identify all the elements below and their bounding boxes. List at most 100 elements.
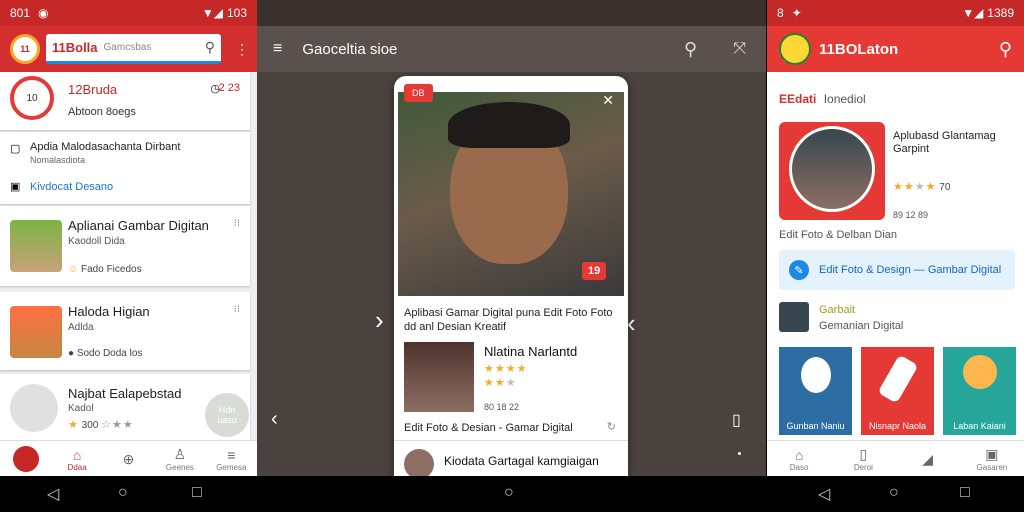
rating-stars: ☆★★ <box>101 419 134 431</box>
link-icon: ▣ <box>10 181 21 193</box>
app-logo-icon[interactable]: 11 <box>10 34 40 64</box>
profile-card[interactable]: 10 12Bruda Abtoon 8oegs ◷ 2 23 <box>0 72 250 130</box>
user-avatar <box>404 342 474 412</box>
bookmark-icon[interactable]: ▯ <box>732 410 741 430</box>
bottom-nav: ⌂ Daso ▯ Deroi ◢ ▣ Gasaren <box>767 440 1024 476</box>
search-icon[interactable]: ⚲ <box>205 39 215 56</box>
smile-icon: ☺ <box>68 264 79 275</box>
app-title: Gaoceltia sioe <box>302 40 398 58</box>
mini-icon <box>779 302 809 332</box>
item-meta-text: Fado Ficedos <box>81 264 142 275</box>
search-input[interactable]: Gamcsbas <box>104 42 205 53</box>
bottle-icon <box>877 354 919 404</box>
banner-text: Edit Foto & Design — Gambar Digital <box>819 264 1002 276</box>
nav-label: Ddaa <box>67 462 87 472</box>
app-tile[interactable]: Gunban Naniu <box>779 347 852 435</box>
mini-title: Garbait <box>819 304 856 316</box>
feature-meta: 89 12 89 <box>893 210 929 220</box>
profile-time: 2 23 <box>218 82 240 94</box>
rating-stars: ★★★★ <box>484 363 528 375</box>
next-arrow-icon[interactable]: ‹ <box>627 308 636 339</box>
caption: Edit Foto & Desian - Gamar Digital <box>404 422 573 434</box>
section-header: EEdati Ionediol <box>779 92 866 106</box>
tile-label: Gunban Naniu <box>786 421 845 431</box>
overflow-menu-icon[interactable]: ⋮ <box>235 41 249 58</box>
share-icon[interactable]: ⤧ <box>733 40 746 58</box>
bottom-nav: ⌂ Ddaa ⊕ ♙ Geenes ≡ Gemesa <box>0 440 257 476</box>
info-link[interactable]: Kivdocat Desano <box>30 181 113 193</box>
hair-shape <box>448 102 570 148</box>
rating-stars: ★★★★ <box>893 181 937 193</box>
item-title: Aplianai Gambar Digitan <box>68 218 209 233</box>
info-sub: Nomalasdiota <box>30 155 86 165</box>
search-icon[interactable]: ⚲ <box>999 39 1012 60</box>
home-icon: ⌂ <box>72 446 82 463</box>
back-arrow-icon[interactable]: ‹ <box>271 408 278 431</box>
nav-profile[interactable] <box>0 441 51 476</box>
close-icon[interactable]: ✕ <box>602 92 614 109</box>
tag-icon: ◢ <box>922 450 934 467</box>
thumbnail <box>10 306 62 358</box>
section-sub: Ionediol <box>823 92 866 106</box>
home-circle-icon[interactable]: ○ <box>504 484 514 502</box>
nav-library[interactable]: ▯ Deroi <box>831 441 895 476</box>
status-icon: 8 <box>777 6 784 20</box>
page-dot <box>738 452 741 455</box>
thumbnail <box>10 220 62 272</box>
recents-icon[interactable]: □ <box>960 484 970 502</box>
nav-label: Gemesa <box>216 462 247 472</box>
list-item[interactable]: Aplianai Gambar Digitan Kaodoll Dida ☺ F… <box>0 206 250 286</box>
search-box[interactable]: 11Bolla Gamcsbas ⚲ <box>46 34 221 64</box>
nav-settings[interactable]: ▣ Gasaren <box>960 441 1024 476</box>
right-panel: 8 ✦ ▼◢ 1389 11BOLaton ⚲ EEdati Ionediol … <box>767 0 1024 476</box>
tile-label: Laban Kaiani <box>953 421 1006 431</box>
person-icon: ♙ <box>173 446 187 462</box>
nav-add[interactable]: ⊕ <box>103 441 154 476</box>
face-icon <box>963 355 997 389</box>
info-title: Apdia Malodasachanta Dirbant <box>30 141 181 153</box>
nav-home[interactable]: ⌂ Ddaa <box>51 441 102 476</box>
rating-value: 70 <box>939 182 951 193</box>
nav-profile-tab[interactable]: ♙ Geenes <box>154 441 205 476</box>
item-sub: Adlda <box>68 322 94 333</box>
feature-title: Aplubasd Glantamag Garpint <box>893 130 996 155</box>
feature-caption: Edit Foto & Delban Dian <box>779 229 898 241</box>
back-icon[interactable]: ◁ <box>818 484 830 504</box>
status-right: 103 <box>226 6 247 20</box>
app-logo-icon[interactable] <box>779 33 811 65</box>
more-icon[interactable]: ⁝⁝ <box>234 304 240 315</box>
search-icon[interactable]: ⚲ <box>684 39 697 60</box>
banner-button[interactable]: ✎ Edit Foto & Design — Gambar Digital <box>779 250 1015 290</box>
item-title: Najbat Ealapebstad <box>68 386 182 401</box>
next-title[interactable]: Kiodata Gartagal kamgiaigan <box>444 454 599 468</box>
app-title: 11BOLaton <box>819 40 899 58</box>
item-meta: ★ 300 ☆★★ <box>68 418 134 431</box>
nav-tag[interactable]: ◢ <box>896 441 960 476</box>
share-icon[interactable]: ↻ <box>607 420 616 433</box>
avatar: 10 <box>10 76 54 120</box>
status-bar: 801 ◉ ▼◢ 103 <box>0 0 257 26</box>
document-icon: ▢ <box>10 143 21 155</box>
feature-thumb[interactable] <box>779 122 885 220</box>
recents-icon[interactable]: □ <box>192 484 202 502</box>
home-circle-icon[interactable]: ○ <box>118 484 128 502</box>
section-title: EEdati <box>779 92 817 106</box>
photo-badge: 19 <box>582 262 607 280</box>
prev-arrow-icon[interactable]: › <box>375 305 384 336</box>
badge: DB <box>404 84 433 102</box>
app-tile[interactable]: Laban Kaiani <box>943 347 1016 435</box>
app-tile[interactable]: Nisnapr Naola <box>861 347 934 435</box>
item-meta: ● Sodo Doda los <box>68 348 142 359</box>
menu-icon[interactable]: ≡ <box>273 40 282 58</box>
nav-home[interactable]: ⌂ Daso <box>767 441 831 476</box>
home-circle-icon[interactable]: ○ <box>889 484 899 502</box>
list-item[interactable]: Haloda Higian Adlda ● Sodo Doda los ⁝⁝ <box>0 292 250 370</box>
floating-action-button[interactable]: Hdn uasu <box>205 393 249 437</box>
back-icon[interactable]: ◁ <box>47 484 59 504</box>
nav-menu[interactable]: ≡ Gemesa <box>206 441 257 476</box>
more-icon[interactable]: ⁝⁝ <box>234 218 240 229</box>
app-bar: 11BOLaton ⚲ <box>767 26 1024 72</box>
item-sub: Kaodoll Dida <box>68 236 125 247</box>
profile-name: 12Bruda <box>68 82 118 97</box>
mini-sub: Gemanian Digital <box>819 320 904 332</box>
